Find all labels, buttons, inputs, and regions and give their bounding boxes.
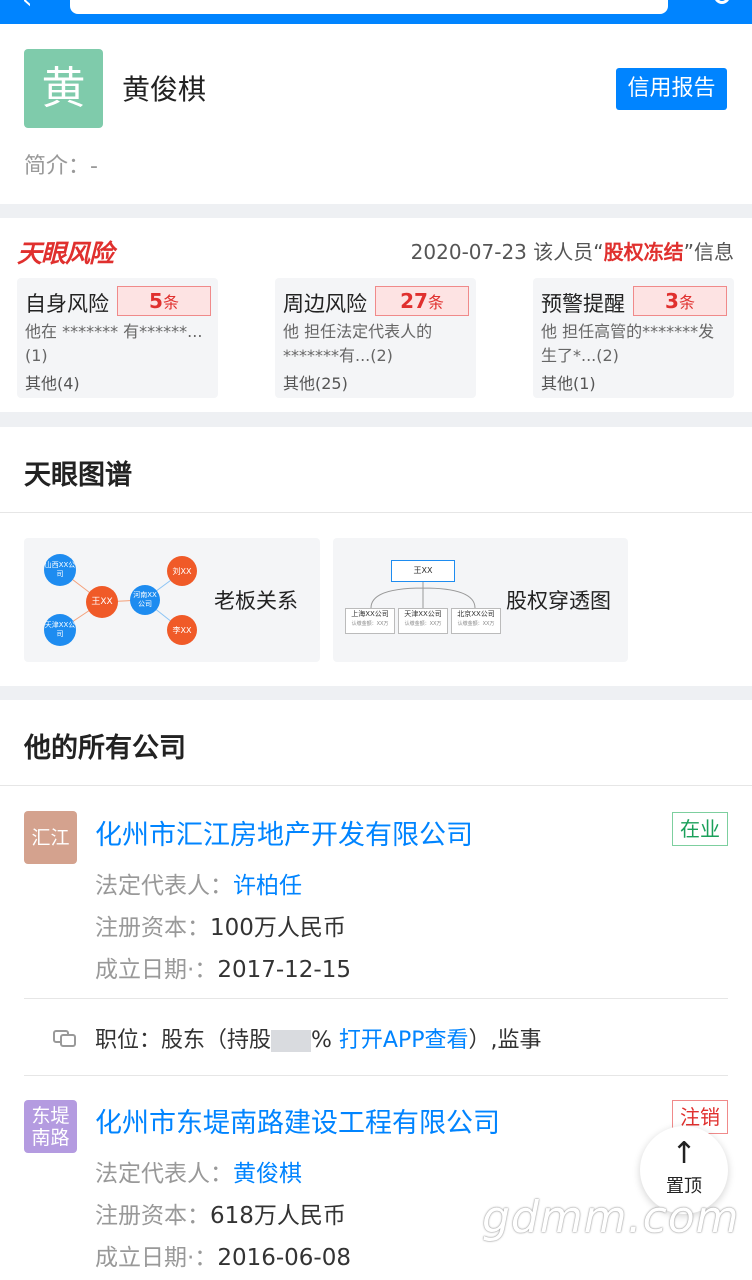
companies-title: 他的所有公司 bbox=[24, 733, 186, 764]
risk-count: 27 bbox=[400, 289, 428, 313]
founded-label: 成立日期·： bbox=[95, 957, 218, 983]
open-app-link[interactable]: 打开APP查看 bbox=[339, 1028, 469, 1053]
risk-count: 3 bbox=[665, 289, 679, 313]
self-risk-card[interactable]: 自身风险 5条 他在 ******* 有******...(1) 其他(4) bbox=[17, 278, 218, 398]
capital-label: 注册资本： bbox=[95, 1203, 210, 1229]
risk-card-title: 自身风险 bbox=[25, 292, 109, 316]
equity-child-sub: 认缴金额：XX万 bbox=[351, 621, 389, 627]
capital-row: 注册资本：100万人民币 bbox=[95, 908, 346, 942]
equity-child-name: 北京XX公司 bbox=[457, 610, 495, 618]
founded-row: 成立日期·：2017-12-15 bbox=[95, 950, 351, 984]
risk-logo: 天眼风险 bbox=[17, 239, 114, 268]
legal-rep-row: 法定代表人：黄俊棋 bbox=[95, 1154, 302, 1188]
risk-section: 天眼风险 2020-07-23 该人员“股权冻结”信息 自身风险 5条 他在 *… bbox=[0, 218, 752, 412]
founded-label: 成立日期·： bbox=[95, 1245, 218, 1271]
legal-rep-row: 法定代表人：许柏任 bbox=[95, 866, 302, 900]
risk-count-unit: 条 bbox=[162, 293, 179, 312]
intro-text: 简介：- bbox=[24, 154, 98, 179]
graph-title: 天眼图谱 bbox=[24, 460, 132, 491]
company-logo: 汇江 bbox=[24, 811, 77, 864]
company-name-link[interactable]: 化州市东堤南路建设工程有限公司 bbox=[95, 1101, 500, 1140]
equity-tree-lines bbox=[370, 582, 476, 609]
risk-card-title: 周边风险 bbox=[283, 292, 367, 316]
company-name-link[interactable]: 化州市汇江房地产开发有限公司 bbox=[95, 813, 473, 852]
equity-child-name: 天津XX公司 bbox=[404, 610, 442, 618]
founded-value: 2017-12-15 bbox=[217, 957, 351, 983]
risk-count-badge: 27条 bbox=[375, 286, 469, 316]
boss-relation-card[interactable]: 山西XX公司 天津XX公司 王XX 河南XX公司 刘XX 李XX 老板关系 bbox=[24, 538, 320, 662]
equity-penetration-card[interactable]: 王XX 上海XX公司 认缴金额：XX万 天津XX公司 认缴金额：XX万 北京XX公司… bbox=[333, 538, 628, 662]
risk-notice[interactable]: 2020-07-23 该人员“股权冻结”信息 bbox=[411, 236, 734, 265]
risk-count-unit: 条 bbox=[427, 293, 444, 312]
boss-relation-label: 老板关系 bbox=[214, 589, 298, 613]
graph-node-person: 王XX bbox=[86, 586, 118, 618]
equity-child-node: 北京XX公司 认缴金额：XX万 bbox=[451, 608, 501, 634]
risk-notice-pre: 2020-07-23 该人员“ bbox=[410, 240, 604, 264]
position-prefix: 职位：股东（持股 bbox=[95, 1028, 272, 1053]
risk-card-other: 其他(1) bbox=[541, 374, 596, 393]
position-line: 职位：股东（持股% 打开APP查看）,监事 bbox=[95, 1022, 542, 1054]
divider bbox=[24, 1075, 728, 1076]
search-icon[interactable] bbox=[714, 0, 730, 4]
capital-value: 100万人民币 bbox=[210, 915, 346, 941]
avatar: 黄 bbox=[24, 49, 103, 128]
top-nav-bar: ‹ bbox=[0, 0, 752, 24]
equity-top-node: 王XX bbox=[391, 560, 455, 582]
equity-child-node: 天津XX公司 认缴金额：XX万 bbox=[398, 608, 448, 634]
arrow-up-icon: ↑ bbox=[671, 1136, 697, 1171]
equity-child-node: 上海XX公司 认缴金额：XX万 bbox=[345, 608, 395, 634]
position-suffix: ）,监事 bbox=[468, 1028, 542, 1053]
back-arrow-icon[interactable]: ‹ bbox=[22, 0, 32, 14]
risk-count-badge: 5条 bbox=[117, 286, 211, 316]
equity-child-sub: 认缴金额：XX万 bbox=[457, 621, 495, 627]
capital-row: 注册资本：618万人民币 bbox=[95, 1196, 346, 1230]
graph-node-company: 河南XX公司 bbox=[130, 585, 160, 615]
percent-sign: % bbox=[311, 1028, 332, 1053]
divider bbox=[24, 998, 728, 999]
risk-card-desc: 他 担任法定代表人的 *******有...(2) bbox=[283, 322, 433, 365]
equity-child-sub: 认缴金额：XX万 bbox=[404, 621, 442, 627]
legal-rep-label: 法定代表人： bbox=[95, 873, 233, 899]
divider bbox=[0, 785, 752, 786]
search-input[interactable] bbox=[70, 0, 668, 14]
risk-card-other: 其他(25) bbox=[283, 374, 348, 393]
status-badge: 在业 bbox=[672, 812, 728, 846]
credit-report-button[interactable]: 信用报告 bbox=[616, 68, 727, 110]
risk-notice-post: ”信息 bbox=[683, 240, 734, 264]
legal-rep-label: 法定代表人： bbox=[95, 1161, 233, 1187]
founded-row: 成立日期·：2016-06-08 bbox=[95, 1238, 351, 1272]
equity-penetration-label: 股权穿透图 bbox=[506, 589, 611, 613]
company-logo: 东堤 南路 bbox=[24, 1100, 77, 1153]
warning-card[interactable]: 预警提醒 3条 他 担任高管的*******发生了*...(2) 其他(1) bbox=[533, 278, 734, 398]
founded-value: 2016-06-08 bbox=[217, 1245, 351, 1271]
graph-node-person: 刘XX bbox=[167, 556, 197, 586]
risk-count: 5 bbox=[149, 289, 163, 313]
graph-node-person: 李XX bbox=[167, 615, 197, 645]
masked-percentage bbox=[271, 1030, 312, 1052]
equity-child-name: 上海XX公司 bbox=[351, 610, 389, 618]
capital-value: 618万人民币 bbox=[210, 1203, 346, 1229]
surrounding-risk-card[interactable]: 周边风险 27条 他 担任法定代表人的 *******有...(2) 其他(25… bbox=[275, 278, 476, 398]
watermark: gdmm.com bbox=[482, 1192, 740, 1243]
risk-card-desc: 他在 ******* 有******...(1) bbox=[25, 322, 203, 365]
risk-notice-highlight: 股权冻结 bbox=[603, 240, 684, 264]
person-name: 黄俊棋 bbox=[122, 73, 207, 106]
position-icon bbox=[53, 1030, 76, 1047]
divider bbox=[0, 512, 752, 513]
risk-card-title: 预警提醒 bbox=[541, 292, 625, 316]
graph-node-company: 天津XX公司 bbox=[44, 614, 76, 646]
legal-rep-link[interactable]: 黄俊棋 bbox=[233, 1161, 302, 1187]
risk-count-badge: 3条 bbox=[633, 286, 727, 316]
risk-card-desc: 他 担任高管的*******发生了*...(2) bbox=[541, 322, 715, 365]
legal-rep-link[interactable]: 许柏任 bbox=[233, 873, 302, 899]
graph-section: 天眼图谱 山西XX公司 天津XX公司 王XX 河南XX公司 刘XX 李XX 老板… bbox=[0, 427, 752, 686]
risk-count-unit: 条 bbox=[678, 293, 695, 312]
person-profile-card: 黄 黄俊棋 信用报告 简介：- bbox=[0, 24, 752, 204]
graph-node-company: 山西XX公司 bbox=[44, 554, 76, 586]
capital-label: 注册资本： bbox=[95, 915, 210, 941]
risk-card-other: 其他(4) bbox=[25, 374, 80, 393]
